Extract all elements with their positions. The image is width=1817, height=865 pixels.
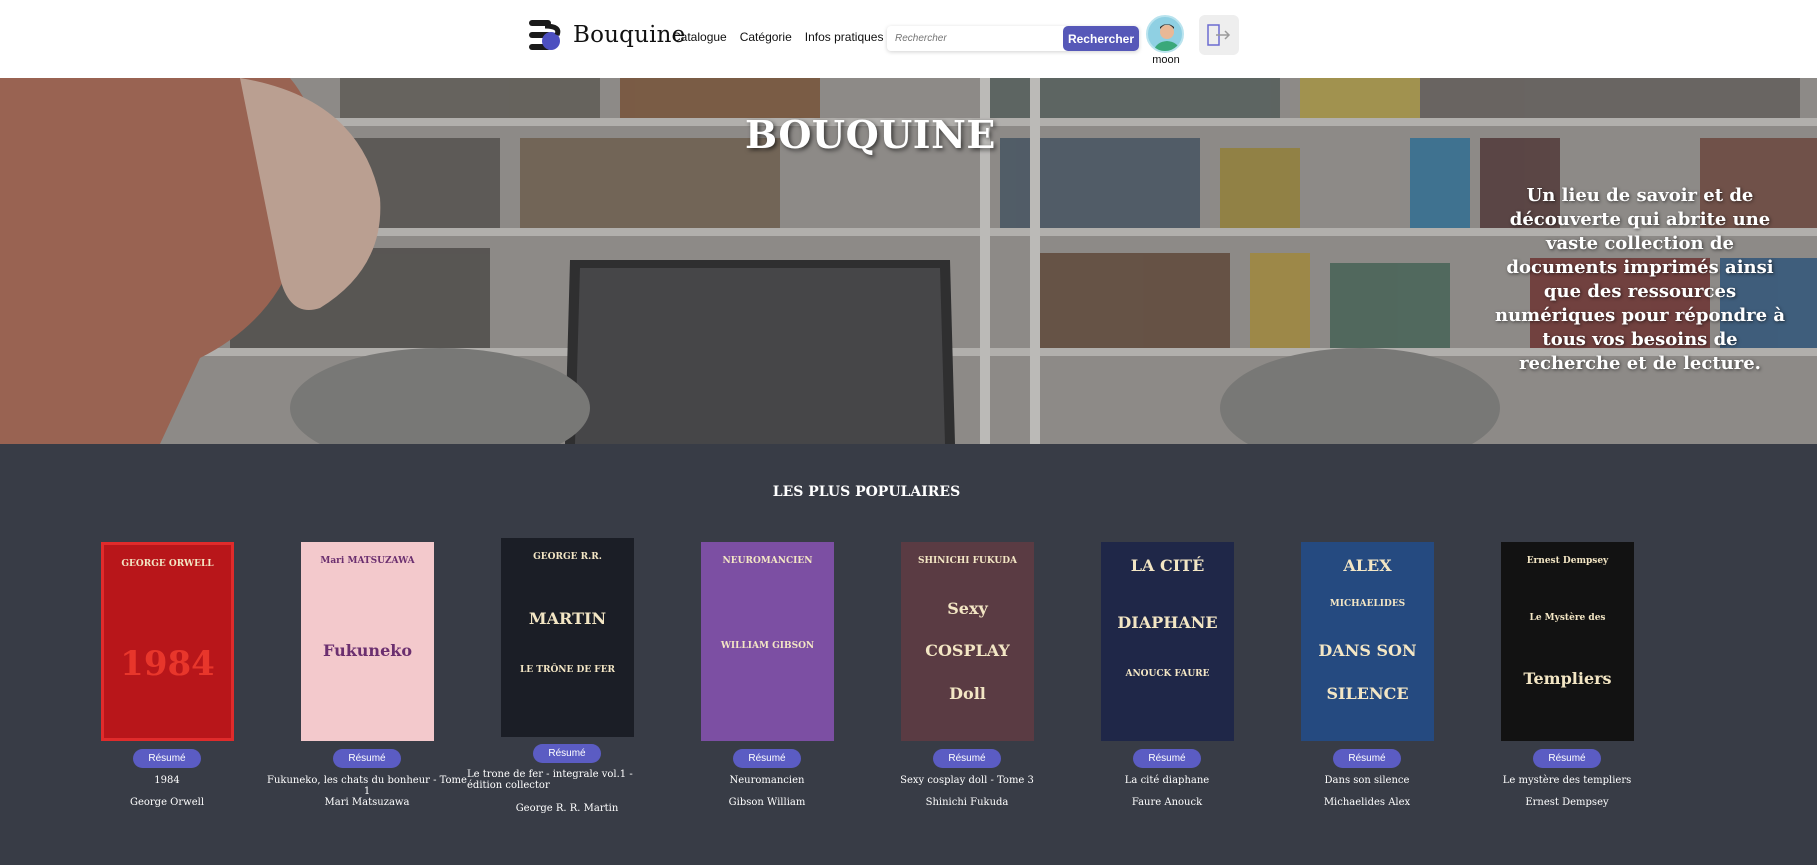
resume-button[interactable]: Résumé — [733, 749, 801, 768]
cover-text: Ernest Dempsey — [1526, 556, 1609, 566]
book-title[interactable]: Sexy cosplay doll - Tome 3 — [867, 775, 1067, 786]
cover-text: GEORGE ORWELL — [121, 559, 214, 569]
logo[interactable]: Bouquine — [527, 18, 685, 52]
cover-text: SHINICHI FUKUDA — [917, 556, 1018, 566]
cover-text: 1984 — [120, 644, 215, 684]
user-avatar-icon — [1153, 24, 1181, 51]
book-title[interactable]: Fukuneko, les chats du bonheur - Tome 1 — [267, 775, 467, 797]
book-author: Mari Matsuzawa — [324, 797, 410, 808]
book-author: Ernest Dempsey — [1525, 797, 1609, 808]
cover-text: LE TRÔNE DE FER — [519, 665, 616, 676]
cover-text: COSPLAY — [925, 641, 1010, 660]
book-cover[interactable]: ALEX MICHAELIDES DANS SON SILENCE — [1301, 542, 1434, 741]
cover-text: Doll — [949, 683, 986, 703]
nav-infos-pratiques[interactable]: Infos pratiques — [805, 30, 884, 44]
book-cover[interactable]: GEORGE ORWELL 1984 — [101, 542, 234, 741]
logout-icon — [1207, 24, 1231, 46]
book-title[interactable]: Le mystère des templiers — [1467, 775, 1667, 786]
hero-description: Un lieu de savoir et de découverte qui a… — [1494, 185, 1785, 374]
book-author: Gibson William — [728, 797, 806, 808]
logo-text: Bouquine — [573, 22, 686, 48]
resume-button[interactable]: Résumé — [333, 749, 401, 768]
resume-button[interactable]: Résumé — [1533, 749, 1601, 768]
cover-text: MICHAELIDES — [1329, 598, 1406, 609]
book-cover[interactable]: Mari MATSUZAWA Fukuneko — [301, 542, 434, 741]
book-author: George Orwell — [129, 797, 205, 808]
book-title[interactable]: Dans son silence — [1267, 775, 1467, 786]
cover-text: WILLIAM GIBSON — [720, 641, 815, 651]
hero-title: BOUQUINE — [745, 112, 996, 157]
resume-button[interactable]: Résumé — [1333, 749, 1401, 768]
cover-text: DANS SON — [1318, 641, 1417, 660]
book-cover[interactable]: GEORGE R.R. MARTIN LE TRÔNE DE FER — [501, 538, 634, 737]
book-author: Faure Anouck — [1131, 797, 1203, 808]
cover-text: LA CITÉ — [1130, 556, 1205, 575]
cover-text: SILENCE — [1326, 683, 1409, 703]
top-header: Bouquine Catalogue Catégorie Infos prati… — [0, 0, 1817, 78]
cover-text: GEORGE R.R. — [533, 552, 602, 562]
book-title[interactable]: La cité diaphane — [1067, 775, 1267, 786]
book-author: Shinichi Fukuda — [925, 797, 1009, 808]
cover-text: ANOUCK FAURE — [1125, 669, 1210, 680]
book-title[interactable]: Neuromancien — [667, 775, 867, 786]
cover-text: Fukuneko — [323, 641, 412, 660]
book-title[interactable]: Le trone de fer - integrale vol.1 - édit… — [467, 769, 657, 791]
nav-catalogue[interactable]: Catalogue — [672, 30, 727, 44]
search-bar: Rechercher — [887, 26, 1139, 51]
resume-button[interactable]: Résumé — [133, 749, 201, 768]
resume-button[interactable]: Résumé — [933, 749, 1001, 768]
resume-button[interactable]: Résumé — [1133, 749, 1201, 768]
cover-text: Mari MATSUZAWA — [320, 556, 415, 566]
cover-text: MARTIN — [528, 608, 607, 628]
nav-categorie[interactable]: Catégorie — [740, 30, 792, 44]
resume-button[interactable]: Résumé — [533, 744, 601, 763]
book-author: Michaelides Alex — [1323, 797, 1411, 808]
cover-text: Templiers — [1523, 669, 1612, 689]
logout-button[interactable] — [1199, 15, 1239, 55]
avatar[interactable] — [1146, 15, 1184, 53]
section-title: LES PLUS POPULAIRES — [772, 484, 961, 500]
cover-text: ALEX — [1343, 556, 1392, 575]
cover-text: Sexy — [947, 598, 988, 618]
book-cover[interactable]: Ernest Dempsey Le Mystère des Templiers — [1501, 542, 1634, 741]
cover-text: NEUROMANCIEN — [722, 556, 813, 566]
book-cover[interactable]: SHINICHI FUKUDA Sexy COSPLAY Doll — [901, 542, 1034, 741]
logo-icon — [527, 18, 565, 52]
book-cover[interactable]: NEUROMANCIEN WILLIAM GIBSON — [701, 542, 834, 741]
cover-text: DIAPHANE — [1117, 612, 1218, 632]
main-nav: Catalogue Catégorie Infos pratiques — [672, 30, 883, 44]
user-name: moon — [1152, 54, 1180, 66]
search-button[interactable]: Rechercher — [1063, 26, 1139, 51]
book-title[interactable]: 1984 — [67, 775, 267, 786]
search-input[interactable] — [887, 26, 1062, 51]
book-author: George R. R. Martin — [515, 803, 619, 814]
cover-text: Le Mystère des — [1529, 612, 1606, 623]
book-cover[interactable]: LA CITÉ DIAPHANE ANOUCK FAURE — [1101, 542, 1234, 741]
